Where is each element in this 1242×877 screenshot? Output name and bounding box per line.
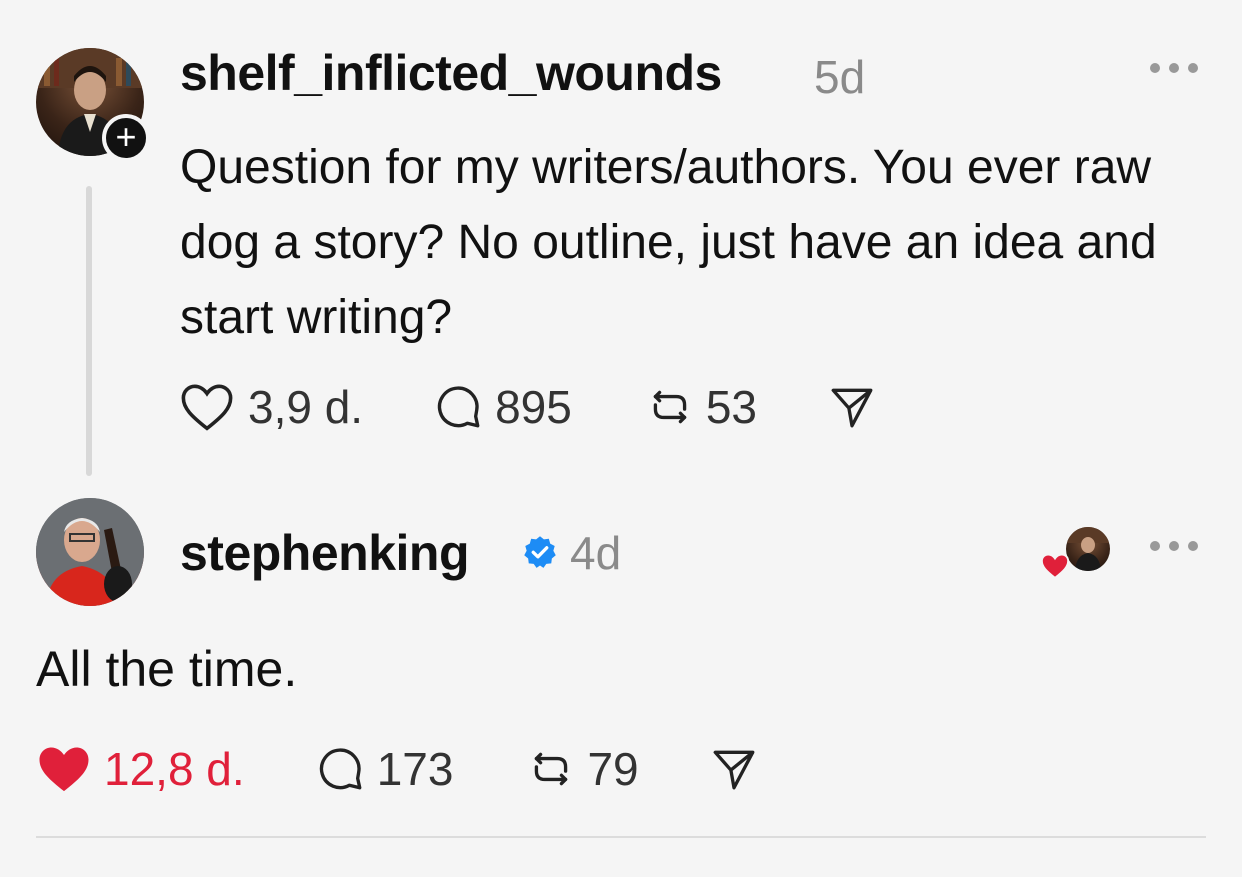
reply-author-avatar[interactable] — [36, 498, 144, 606]
post-reply-count: 895 — [495, 381, 572, 433]
follow-button[interactable]: + — [102, 114, 150, 162]
post-reply-button[interactable]: 895 — [433, 380, 572, 434]
post-repost-count: 53 — [705, 381, 758, 433]
heart-icon — [39, 747, 89, 792]
liked-by-heart-icon — [1040, 553, 1070, 580]
heart-icon — [181, 384, 233, 431]
reply-reply-button[interactable]: 173 — [315, 742, 454, 796]
reply-timestamp: 4d — [570, 527, 622, 579]
divider — [36, 836, 1206, 838]
avatar-image — [1066, 527, 1110, 571]
reply-like-button[interactable]: 12,8 d. — [36, 742, 245, 796]
avatar-image — [36, 498, 144, 606]
reply-username[interactable]: stephenking — [180, 524, 469, 582]
post-timestamp: 5d — [814, 51, 866, 103]
post-text: Question for my writers/authors. You eve… — [180, 141, 1157, 344]
post-like-count: 3,9 d. — [248, 381, 364, 433]
reply-repost-button[interactable]: 79 — [525, 742, 639, 796]
reply-actions: 12,8 d. 173 79 — [36, 742, 759, 796]
comment-icon — [437, 386, 480, 428]
reply-reply-count: 173 — [376, 743, 454, 795]
reply-more-icon[interactable] — [1150, 536, 1198, 556]
post-more-icon[interactable] — [1150, 58, 1198, 78]
repost-icon — [535, 752, 568, 786]
repost-icon — [653, 390, 687, 424]
post-repost-button[interactable]: 53 — [644, 380, 757, 434]
reply-text: All the time. — [36, 641, 298, 697]
comment-icon — [319, 748, 362, 790]
reply-like-count: 12,8 d. — [104, 743, 245, 795]
reply-repost-count: 79 — [587, 743, 639, 795]
share-icon — [831, 388, 873, 428]
reply-share-button[interactable] — [709, 744, 759, 794]
thread-connector-line — [86, 186, 92, 476]
verified-icon — [524, 536, 556, 568]
post-share-button[interactable] — [827, 382, 877, 432]
liked-by-author-avatar — [1066, 527, 1110, 571]
post-actions: 3,9 d. 895 53 — [180, 380, 877, 434]
post-like-button[interactable]: 3,9 d. — [180, 380, 363, 434]
post-username[interactable]: shelf_inflicted_wounds — [180, 44, 722, 102]
share-icon — [713, 750, 755, 790]
